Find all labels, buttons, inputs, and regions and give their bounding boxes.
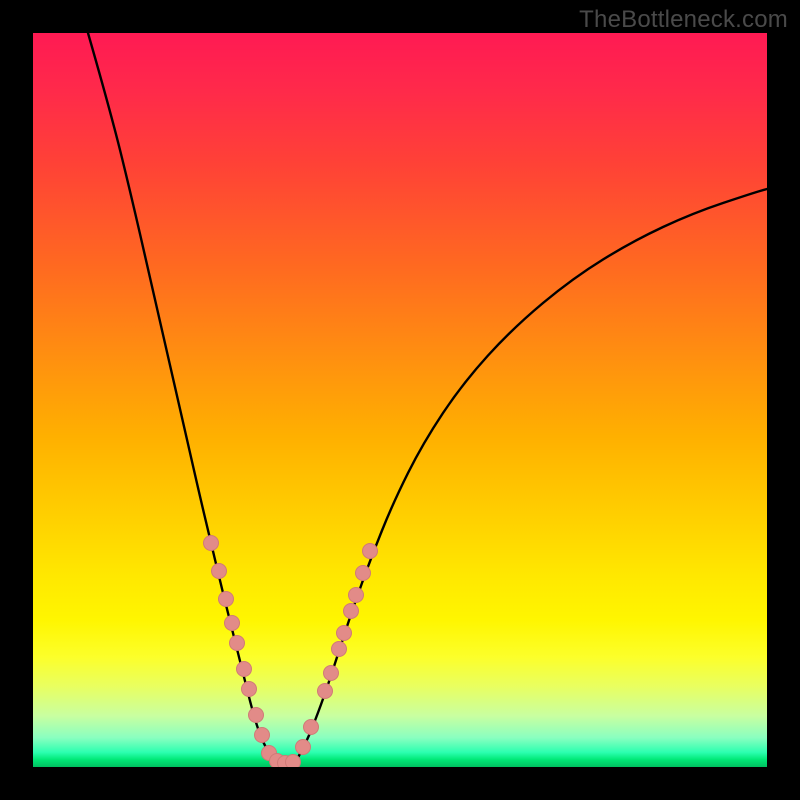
data-marker (318, 684, 333, 699)
data-marker (356, 566, 371, 581)
chart-frame: TheBottleneck.com (0, 0, 800, 800)
data-marker (204, 536, 219, 551)
data-marker (363, 544, 378, 559)
data-markers (204, 536, 378, 768)
curve-right-branch (295, 189, 767, 763)
data-marker (286, 755, 301, 768)
data-marker (255, 728, 270, 743)
data-marker (237, 662, 252, 677)
data-marker (242, 682, 257, 697)
data-marker (296, 740, 311, 755)
watermark-text: TheBottleneck.com (579, 6, 788, 34)
data-marker (304, 720, 319, 735)
data-marker (225, 616, 240, 631)
data-marker (219, 592, 234, 607)
data-marker (332, 642, 347, 657)
curve-layer (33, 33, 767, 767)
data-marker (212, 564, 227, 579)
data-marker (344, 604, 359, 619)
data-marker (230, 636, 245, 651)
data-marker (349, 588, 364, 603)
plot-area (33, 33, 767, 767)
data-marker (324, 666, 339, 681)
data-marker (337, 626, 352, 641)
data-marker (249, 708, 264, 723)
curve-left-branch (88, 33, 278, 763)
